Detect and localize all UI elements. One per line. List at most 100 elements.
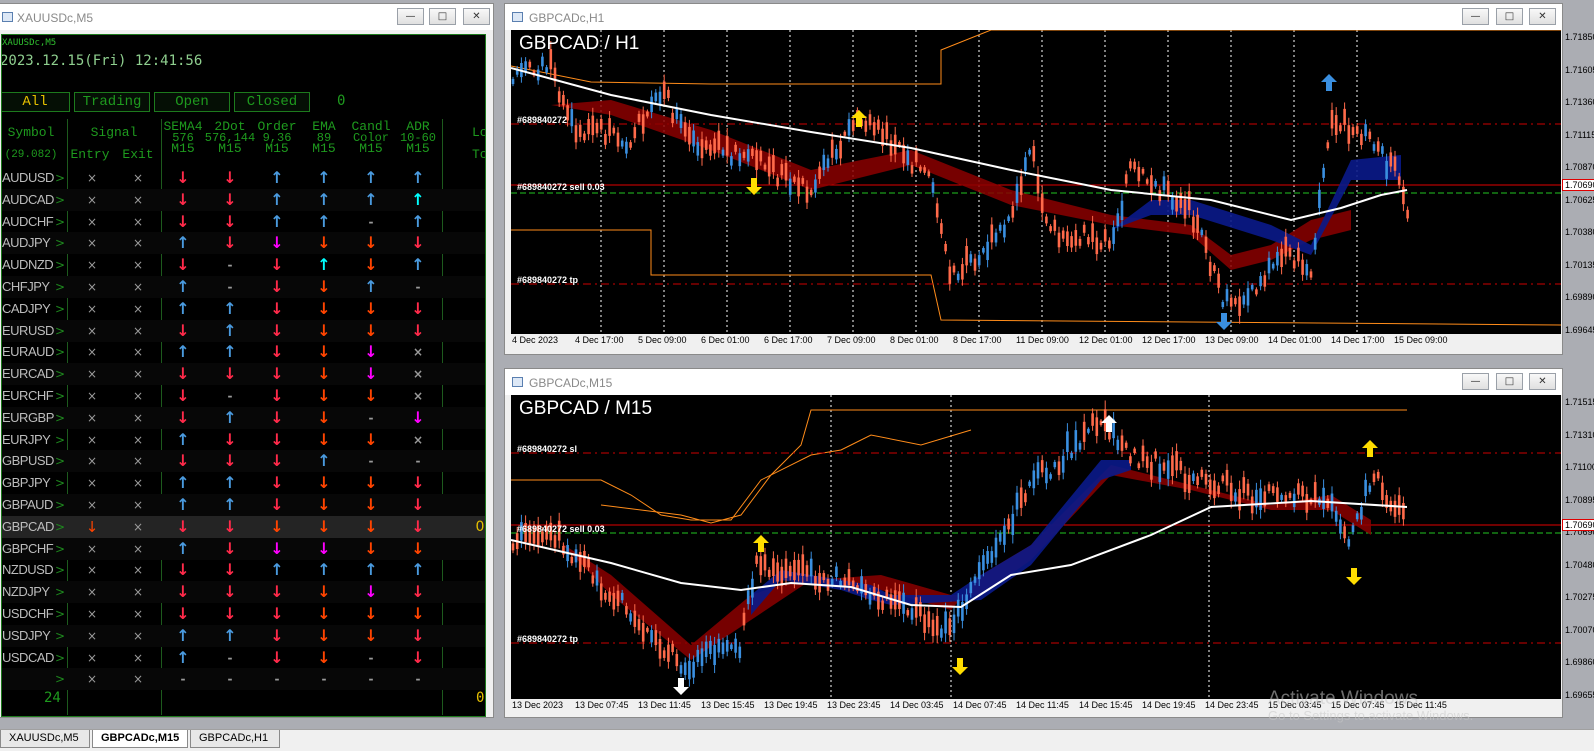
arrow-down-icon: ↓ [364,320,378,340]
row-expand-icon[interactable]: > [54,475,66,491]
table-row[interactable]: AUDCAD > × × ↓ ↓ ↑ ↑ ↑ ↑ [2,188,485,211]
row-expand-icon[interactable]: > [54,214,66,230]
row-expand-icon[interactable]: > [54,606,66,622]
table-row[interactable]: > × × - - - - - - [2,668,485,691]
filter-button-closed[interactable]: Closed [234,92,310,112]
table-row[interactable]: EURJPY > × × ↑ ↓ ↓ ↓ ↓ × [2,429,485,451]
maximize-button[interactable]: □ [1496,8,1523,25]
row-expand-icon[interactable]: > [54,671,66,687]
row-expand-icon[interactable]: > [54,628,66,644]
table-row[interactable]: EURCAD > × × ↓ ↓ ↓ ↓ ↓ × [2,363,485,386]
dashboard-titlebar[interactable]: XAUUSDc,M5 — □ ✕ [0,4,493,30]
close-button[interactable]: ✕ [1529,8,1556,25]
row-expand-icon[interactable]: > [54,170,66,186]
h1-candle [1066,231,1069,247]
m15-chart[interactable]: #689840272 sl #689840272 sell 0.03 #689840… [511,395,1561,699]
h1-titlebar[interactable]: GBPCADc,H1 — □ ✕ [505,4,1562,30]
row-symbol[interactable]: GBPCHF [2,541,54,557]
table-row[interactable]: NZDUSD > × × ↓ ↓ ↑ ↑ ↑ ↑ [2,559,485,581]
table-row[interactable]: EURAUD > × × ↑ ↑ ↓ ↓ ↓ × [2,341,485,363]
row-expand-icon[interactable]: > [54,410,66,426]
row-symbol[interactable]: USDCHF [2,606,54,622]
table-row[interactable]: AUDUSD > × × ↓ ↓ ↑ ↑ ↑ ↑ [2,167,485,189]
row-expand-icon[interactable]: > [54,301,66,317]
row-expand-icon[interactable]: > [54,584,66,600]
maximize-button[interactable]: □ [429,8,456,25]
row-symbol[interactable]: AUDJPY [2,235,51,251]
table-row[interactable]: CADJPY > × × ↑ ↑ ↓ ↓ ↓ ↓ [2,298,485,320]
row-symbol[interactable]: AUDNZD [2,257,54,273]
row-expand-icon[interactable]: > [54,344,66,360]
h1-chart[interactable]: #689840272 #689840272 sell 0.03 #689840272… [511,30,1561,334]
row-expand-icon[interactable]: > [54,432,66,448]
row-expand-icon[interactable]: > [54,388,66,404]
row-expand-icon[interactable]: > [54,562,66,578]
h1-candle [1036,173,1040,194]
row-expand-icon[interactable]: > [54,541,66,557]
table-row[interactable]: EURCHF > × × ↓ - ↓ ↓ ↓ × [2,385,485,407]
table-row[interactable]: AUDCHF > × × ↓ ↓ ↑ ↑ - ↑ [2,211,485,233]
table-row[interactable]: USDCAD > × × ↑ - ↓ ↓ - ↓ [2,647,485,669]
row-symbol[interactable]: CHFJPY [2,279,50,295]
row-symbol[interactable]: GBPJPY [2,475,51,491]
date-tick: 14 Dec 15:45 [1079,700,1133,710]
row-symbol[interactable]: GBPUSD [2,453,54,469]
table-row[interactable]: NZDJPY > × × ↓ ↓ ↓ ↓ ↓ ↓ [2,581,485,604]
table-row[interactable]: GBPAUD > × × ↑ ↑ ↓ ↓ ↓ ↓ [2,494,485,516]
m15-candle [1402,503,1405,520]
row-symbol[interactable]: EURGBP [2,410,54,426]
row-expand-icon[interactable]: > [54,453,66,469]
date-tick: 13 Dec 15:45 [701,700,755,710]
row-symbol[interactable]: GBPAUD [2,497,53,513]
m15-titlebar[interactable]: GBPCADc,M15 — □ ✕ [505,369,1562,395]
row-expand-icon[interactable]: > [54,323,66,339]
tab-gbpcadc-m15[interactable]: GBPCADc,M15 [92,730,188,748]
row-symbol[interactable]: NZDUSD [2,562,54,578]
row-symbol[interactable]: EURAUD [2,344,54,360]
row-symbol[interactable]: EURCHF [2,388,54,404]
row-expand-icon[interactable]: > [54,279,66,295]
table-row[interactable]: USDJPY > × × ↑ ↑ ↓ ↓ ↓ ↓ [2,624,485,647]
close-button[interactable]: ✕ [1529,373,1556,390]
table-row[interactable]: USDCHF > × × ↓ ↓ ↓ ↓ ↓ ↓ [2,603,485,625]
row-symbol[interactable]: AUDCHF [2,214,54,230]
row-symbol[interactable]: NZDJPY [2,584,50,600]
table-row[interactable]: GBPCHF > × × ↑ ↓ ↓ ↓ ↓ ↓ [2,537,485,560]
table-row[interactable]: AUDJPY > × × ↑ ↓ ↓ ↓ ↓ ↓ [2,232,485,255]
table-row[interactable]: GBPUSD > × × ↓ ↓ ↓ ↑ - - [2,450,485,473]
minimize-button[interactable]: — [1462,373,1489,390]
table-row[interactable]: GBPCAD > ↓ × ↓ ↓ ↓ ↓ ↓ ↓ 0 [2,515,485,538]
filter-button-all[interactable]: All [2,92,70,112]
filter-button-open[interactable]: Open [154,92,230,112]
filter-button-trading[interactable]: Trading [74,92,150,112]
row-expand-icon[interactable]: > [54,650,66,666]
table-row[interactable]: GBPJPY > × × ↑ ↑ ↓ ↓ ↓ ↓ [2,472,485,494]
table-row[interactable]: EURUSD > × × ↓ ↑ ↓ ↓ ↓ ↓ [2,319,485,342]
table-row[interactable]: EURGBP > × × ↓ ↑ ↓ ↓ - ↓ [2,406,485,429]
h1-candle [763,164,767,170]
row-expand-icon[interactable]: > [54,235,66,251]
row-symbol[interactable]: EURUSD [2,323,54,339]
tab-xauusdc-m5[interactable]: XAUUSDc,M5 [0,730,90,748]
h1-candle [982,248,985,253]
row-expand-icon[interactable]: > [54,366,66,382]
row-symbol[interactable]: EURJPY [2,432,51,448]
row-symbol[interactable]: USDJPY [2,628,51,644]
row-symbol[interactable]: AUDUSD [2,170,54,186]
table-row[interactable]: AUDNZD > × × ↓ - ↓ ↑ ↓ ↑ [2,254,485,276]
row-expand-icon[interactable]: > [54,257,66,273]
minimize-button[interactable]: — [397,8,424,25]
row-symbol[interactable]: AUDCAD [2,192,54,208]
tab-gbpcadc-h1[interactable]: GBPCADc,H1 [190,730,280,748]
row-symbol[interactable]: EURCAD [2,366,54,382]
minimize-button[interactable]: — [1462,8,1489,25]
row-symbol[interactable]: CADJPY [2,301,51,317]
table-row[interactable]: CHFJPY > × × ↑ - ↓ ↓ ↑ - [2,276,485,298]
row-symbol[interactable]: GBPCAD [2,519,54,535]
row-symbol[interactable]: USDCAD [2,650,54,666]
row-expand-icon[interactable]: > [54,519,66,535]
row-expand-icon[interactable]: > [54,497,66,513]
maximize-button[interactable]: □ [1496,373,1523,390]
close-button[interactable]: ✕ [463,8,490,25]
row-expand-icon[interactable]: > [54,192,66,208]
